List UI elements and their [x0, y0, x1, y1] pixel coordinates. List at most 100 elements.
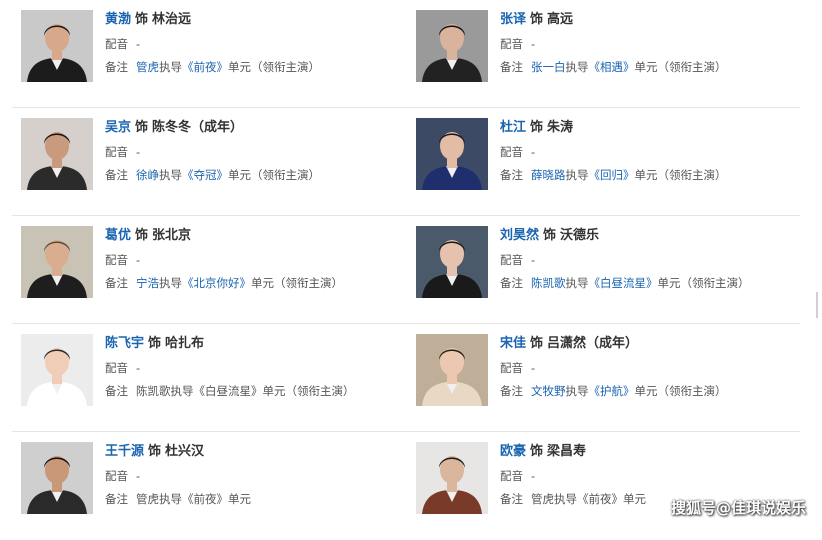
voice-value: - — [531, 469, 536, 483]
actor-name-link[interactable]: 欧豪 — [500, 444, 526, 459]
entry-title: 葛优饰张北京 — [105, 226, 395, 246]
note-mid: 执导 — [565, 276, 589, 290]
unit-title-link[interactable]: 《前夜》 — [182, 60, 228, 74]
entry-title: 张译饰高远 — [500, 10, 790, 30]
note-label: 备注 — [500, 384, 523, 398]
voice-value: - — [136, 253, 141, 267]
director-link[interactable]: 薛晓路 — [531, 168, 566, 182]
watermark: 搜狐号@佳琪说娱乐 — [670, 499, 806, 517]
actor-photo[interactable] — [21, 442, 93, 514]
role-name: 哈扎布 — [165, 336, 205, 351]
note-mid: 执导 — [159, 492, 182, 506]
director-link[interactable]: 张一白 — [531, 60, 566, 74]
note-tail: 单元（领衔主演） — [634, 60, 727, 74]
cast-entry: 刘昊然饰沃德乐 配音 - 备注 陈凯歌执导《白昼流星》单元（领衔主演） — [416, 226, 796, 298]
voice-line: 配音 - — [105, 251, 395, 269]
entry-info: 黄渤饰林治远 配音 - 备注 管虎执导《前夜》单元（领衔主演） — [105, 10, 395, 76]
note-mid: 执导 — [565, 384, 589, 398]
unit-title-link[interactable]: 《北京你好》 — [182, 276, 251, 290]
note-mid: 执导 — [159, 276, 182, 290]
director-link: 陈凯歌 — [136, 384, 171, 398]
voice-line: 配音 - — [500, 359, 790, 377]
scrollbar-thumb[interactable] — [816, 292, 818, 318]
cast-entry: 黄渤饰林治远 配音 - 备注 管虎执导《前夜》单元（领衔主演） — [21, 10, 381, 82]
voice-label: 配音 — [105, 469, 128, 483]
role-name: 吕潇然（成年） — [547, 336, 639, 351]
actor-photo[interactable] — [416, 118, 488, 190]
note-tail: 单元（领衔主演） — [228, 168, 320, 182]
entry-info: 张译饰高远 配音 - 备注 张一白执导《相遇》单元（领衔主演） — [500, 10, 790, 76]
voice-label: 配音 — [500, 253, 523, 267]
role-separator: 饰 — [530, 120, 544, 135]
note-label: 备注 — [105, 60, 128, 74]
role-separator: 饰 — [135, 12, 149, 27]
entry-info: 葛优饰张北京 配音 - 备注 宁浩执导《北京你好》单元（领衔主演） — [105, 226, 395, 292]
actor-photo[interactable] — [416, 10, 488, 82]
voice-value: - — [136, 37, 141, 51]
note-label: 备注 — [105, 384, 128, 398]
role-name: 陈冬冬（成年） — [152, 120, 244, 135]
entry-info: 刘昊然饰沃德乐 配音 - 备注 陈凯歌执导《白昼流星》单元（领衔主演） — [500, 226, 790, 292]
note-label: 备注 — [105, 168, 128, 182]
note-label: 备注 — [500, 168, 523, 182]
actor-name-link[interactable]: 宋佳 — [500, 336, 526, 351]
cast-entry: 张译饰高远 配音 - 备注 张一白执导《相遇》单元（领衔主演） — [416, 10, 796, 82]
note-mid: 执导 — [159, 60, 182, 74]
note-label: 备注 — [500, 276, 523, 290]
voice-line: 配音 - — [500, 143, 790, 161]
unit-title-link[interactable]: 《夺冠》 — [182, 168, 228, 182]
note-line: 备注 管虎执导《前夜》单元 — [105, 490, 395, 508]
actor-name-link[interactable]: 王千源 — [105, 444, 144, 459]
unit-title-link[interactable]: 《相遇》 — [589, 60, 635, 74]
cast-entry: 吴京饰陈冬冬（成年） 配音 - 备注 徐峥执导《夺冠》单元（领衔主演） — [21, 118, 381, 190]
actor-name-link[interactable]: 刘昊然 — [500, 228, 539, 243]
voice-line: 配音 - — [105, 467, 395, 485]
voice-label: 配音 — [105, 253, 128, 267]
unit-title-link[interactable]: 《回归》 — [589, 168, 635, 182]
entry-info: 吴京饰陈冬冬（成年） 配音 - 备注 徐峥执导《夺冠》单元（领衔主演） — [105, 118, 395, 184]
note-label: 备注 — [105, 492, 128, 506]
unit-title-link[interactable]: 《白昼流星》 — [589, 276, 658, 290]
director-link: 管虎 — [531, 492, 554, 506]
director-link[interactable]: 陈凯歌 — [531, 276, 566, 290]
voice-value: - — [531, 37, 536, 51]
actor-photo[interactable] — [416, 334, 488, 406]
actor-photo[interactable] — [21, 118, 93, 190]
note-mid: 执导 — [554, 492, 577, 506]
actor-photo[interactable] — [21, 226, 93, 298]
entry-title: 杜江饰朱涛 — [500, 118, 790, 138]
entry-title: 宋佳饰吕潇然（成年） — [500, 334, 790, 354]
role-name: 林治远 — [152, 12, 192, 27]
actor-name-link[interactable]: 杜江 — [500, 120, 526, 135]
unit-title-link[interactable]: 《护航》 — [589, 384, 635, 398]
actor-photo[interactable] — [21, 10, 93, 82]
note-mid: 执导 — [170, 384, 194, 398]
actor-name-link[interactable]: 张译 — [500, 12, 526, 27]
role-separator: 饰 — [530, 12, 544, 27]
actor-name-link[interactable]: 葛优 — [105, 228, 131, 243]
entry-info: 王千源饰杜兴汉 配音 - 备注 管虎执导《前夜》单元 — [105, 442, 395, 508]
director-link[interactable]: 管虎 — [136, 60, 159, 74]
note-tail: 单元（领衔主演） — [634, 168, 727, 182]
cast-entry: 宋佳饰吕潇然（成年） 配音 - 备注 文牧野执导《护航》单元（领衔主演） — [416, 334, 796, 406]
cast-row: 王千源饰杜兴汉 配音 - 备注 管虎执导《前夜》单元 欧豪饰梁昌寿 配音 - 备注 管虎… — [0, 432, 822, 540]
note-tail: 单元（领衔主演） — [657, 276, 750, 290]
note-tail: 单元（领衔主演） — [634, 384, 727, 398]
note-mid: 执导 — [159, 168, 182, 182]
director-link[interactable]: 宁浩 — [136, 276, 159, 290]
cast-entry: 陈飞宇饰哈扎布 配音 - 备注 陈凯歌执导《白昼流星》单元（领衔主演） — [21, 334, 381, 406]
actor-name-link[interactable]: 陈飞宇 — [105, 336, 144, 351]
director-link[interactable]: 徐峥 — [136, 168, 159, 182]
actor-name-link[interactable]: 黄渤 — [105, 12, 131, 27]
note-tail: 单元（领衔主演） — [251, 276, 343, 290]
actor-photo[interactable] — [416, 226, 488, 298]
actor-name-link[interactable]: 吴京 — [105, 120, 131, 135]
actor-photo[interactable] — [416, 442, 488, 514]
note-line: 备注 薛晓路执导《回归》单元（领衔主演） — [500, 166, 790, 184]
director-link[interactable]: 文牧野 — [531, 384, 566, 398]
actor-photo[interactable] — [21, 334, 93, 406]
role-separator: 饰 — [530, 336, 544, 351]
voice-value: - — [531, 361, 536, 375]
unit-title-link: 《前夜》 — [182, 492, 228, 506]
note-tail: 单元（领衔主演） — [262, 384, 355, 398]
